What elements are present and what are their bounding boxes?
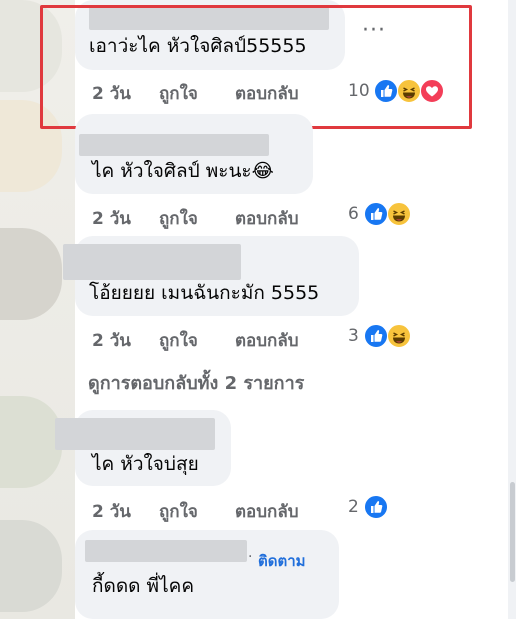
follow-button[interactable]: ติดตาม [258,549,306,573]
haha-icon [387,324,411,348]
view-replies-link[interactable]: ดูการตอบกลับทั้ง 2 รายการ [88,368,304,397]
reactions-summary[interactable]: 3 [348,324,418,348]
comment-bubble: โอ้ยยยย เมนฉันกะมัก 5555 [63,236,359,316]
scrollbar-thumb[interactable] [510,482,515,582]
comment-text: ไค หัวใจบ่สุย [92,453,199,475]
reply-button[interactable]: ตอบกลับ [235,498,299,525]
like-button[interactable]: ถูกใจ [159,498,198,525]
reactions-summary[interactable]: 2 [348,495,393,519]
comment-bubble: กี้ดดด พี่ไคค [75,530,339,619]
commenter-name[interactable] [63,244,241,280]
like-icon [364,495,388,519]
highlight-frame [40,5,472,129]
reaction-count: 2 [348,497,359,517]
comment-time[interactable]: 2 วัน [92,498,131,525]
commenter-name[interactable] [55,418,215,450]
reaction-count: 3 [348,326,359,346]
separator-dot: · [248,549,253,565]
reactions-summary[interactable]: 6 [348,202,418,226]
comment-time[interactable]: 2 วัน [92,327,131,354]
like-button[interactable]: ถูกใจ [159,327,198,354]
comment-text: ไค หัวใจศิลป์ พะนะ😂 [92,160,274,182]
comment-bubble: ไค หัวใจบ่สุย [55,410,231,486]
reply-button[interactable]: ตอบกลับ [235,205,299,232]
reply-button[interactable]: ตอบกลับ [235,327,299,354]
reaction-count: 6 [348,204,359,224]
comment-bubble: ไค หัวใจศิลป์ พะนะ😂 [75,114,313,194]
like-icon [364,202,388,226]
commenter-name[interactable] [85,540,247,562]
comment-text: โอ้ยยยย เมนฉันกะมัก 5555 [89,282,320,304]
like-button[interactable]: ถูกใจ [159,205,198,232]
comment-text: กี้ดดด พี่ไคค [92,575,195,597]
like-icon [364,324,388,348]
haha-icon [387,202,411,226]
comment-time[interactable]: 2 วัน [92,205,131,232]
commenter-name[interactable] [79,134,269,156]
